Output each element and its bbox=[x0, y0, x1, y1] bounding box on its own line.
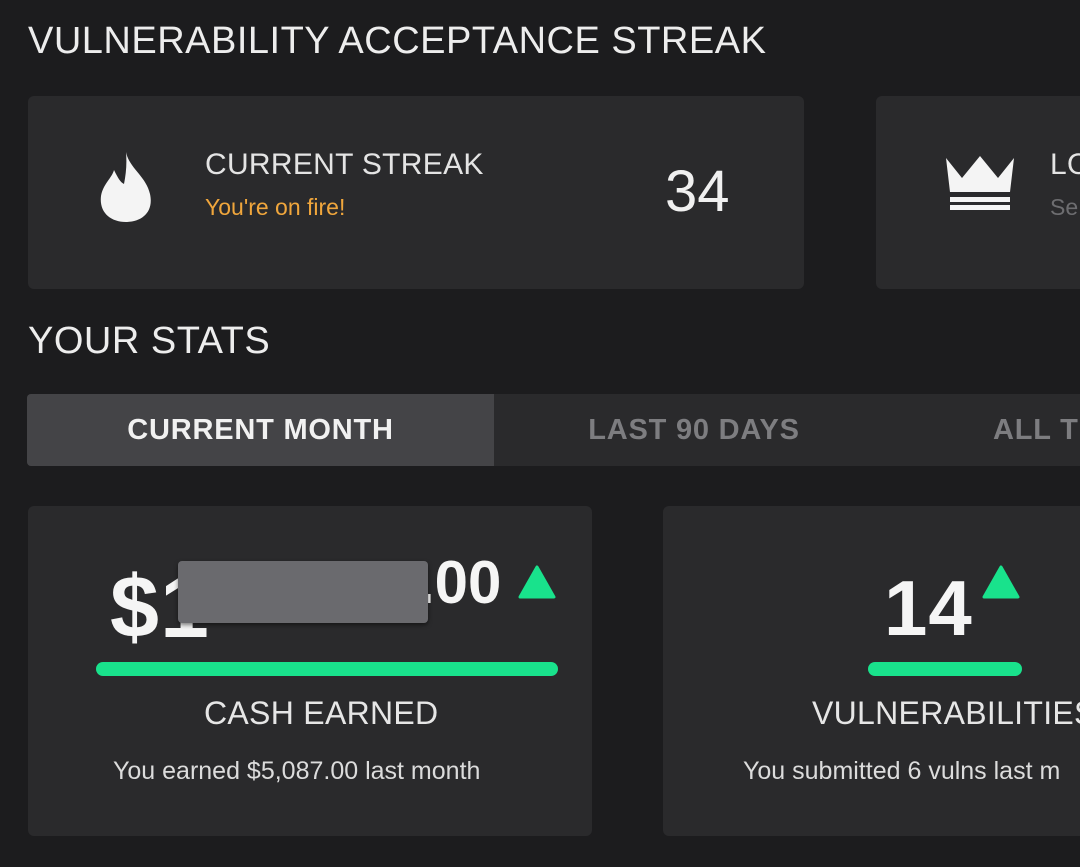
up-arrow-icon bbox=[982, 565, 1020, 599]
dashboard-page: VULNERABILITY ACCEPTANCE STREAK CURRENT … bbox=[0, 0, 1080, 867]
vulnerabilities-label: VULNERABILITIES bbox=[812, 695, 1080, 731]
redaction-overlay bbox=[178, 561, 428, 623]
cash-earned-label: CASH EARNED bbox=[204, 695, 439, 731]
longest-streak-label: LO bbox=[1050, 148, 1080, 181]
cash-earned-note: You earned $5,087.00 last month bbox=[113, 757, 481, 785]
crown-icon bbox=[946, 156, 1014, 210]
current-streak-value: 34 bbox=[665, 159, 730, 224]
cash-earned-progress-bar bbox=[96, 662, 558, 676]
vulnerabilities-progress-bar bbox=[868, 662, 1022, 676]
tab-current-month[interactable]: CURRENT MONTH bbox=[27, 394, 494, 466]
vulnerabilities-note: You submitted 6 vulns last m bbox=[743, 757, 1061, 785]
stats-section-title: YOUR STATS bbox=[28, 320, 271, 362]
fire-icon bbox=[100, 152, 151, 222]
stats-period-tabs: CURRENT MONTH LAST 90 DAYS ALL TI bbox=[27, 394, 1080, 466]
current-streak-label: CURRENT STREAK bbox=[205, 148, 484, 181]
streak-section-title: VULNERABILITY ACCEPTANCE STREAK bbox=[28, 20, 767, 62]
current-streak-subtitle: You're on fire! bbox=[205, 194, 346, 220]
tab-all-time[interactable]: ALL TI bbox=[967, 394, 1080, 466]
longest-streak-subtitle: Se bbox=[1050, 194, 1079, 220]
cash-earned-cents: .00 bbox=[418, 549, 502, 616]
vulnerabilities-value: 14 bbox=[884, 564, 973, 652]
up-arrow-icon bbox=[518, 565, 556, 599]
tab-last-90-days[interactable]: LAST 90 DAYS bbox=[494, 394, 894, 466]
